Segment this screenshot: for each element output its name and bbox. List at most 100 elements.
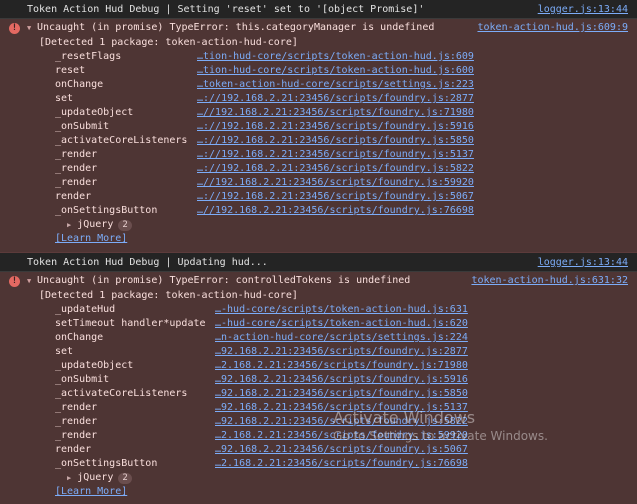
frame-location-link[interactable]: …-hud-core/scripts/token-action-hud.js:6… bbox=[215, 317, 468, 331]
learn-more-row: [Learn More] bbox=[9, 232, 628, 246]
log-source-link[interactable]: logger.js:13:44 bbox=[538, 257, 628, 268]
frame-function: onChange bbox=[55, 332, 104, 343]
frame-location-link[interactable]: …token-action-hud-core/scripts/settings.… bbox=[197, 78, 474, 92]
frame-location-link[interactable]: …://192.168.2.21:23456/scripts/foundry.j… bbox=[197, 190, 474, 204]
frame-location-link[interactable]: …n-action-hud-core/scripts/settings.js:2… bbox=[215, 331, 468, 345]
error-message: Uncaught (in promise) TypeError: this.ca… bbox=[37, 22, 435, 33]
frame-location-link[interactable]: …2.168.2.21:23456/scripts/foundry.js:719… bbox=[215, 359, 468, 373]
learn-more-row: [Learn More] bbox=[9, 485, 628, 499]
frame-location-link[interactable]: …2.168.2.21:23456/scripts/foundry.js:766… bbox=[215, 457, 468, 471]
stack-frame: _render …//192.168.2.21:23456/scripts/fou… bbox=[55, 176, 628, 190]
frame-location-link[interactable]: …://192.168.2.21:23456/scripts/foundry.j… bbox=[197, 148, 474, 162]
stack-frame: _onSubmit …://192.168.2.21:23456/scripts/… bbox=[55, 120, 628, 134]
stack-frame: _updateObject …//192.168.2.21:23456/scrip… bbox=[55, 106, 628, 120]
frame-location-link[interactable]: …//192.168.2.21:23456/scripts/foundry.js… bbox=[197, 204, 474, 218]
error-source-link[interactable]: token-action-hud.js:609:9 bbox=[477, 22, 628, 33]
frame-function: reset bbox=[55, 65, 86, 76]
frame-location-link[interactable]: …92.168.2.21:23456/scripts/foundry.js:58… bbox=[215, 387, 468, 401]
triangle-down-icon[interactable]: ▼ bbox=[27, 24, 37, 32]
jquery-label: jQuery bbox=[77, 219, 114, 230]
frame-function: _render bbox=[55, 416, 98, 427]
frame-function: _resetFlags bbox=[55, 51, 122, 62]
frame-function: _activateCoreListeners bbox=[55, 135, 188, 146]
stack-frame: reset …tion-hud-core/scripts/token-action… bbox=[55, 64, 628, 78]
triangle-down-icon[interactable]: ▼ bbox=[27, 277, 37, 285]
frame-location-link[interactable]: …92.168.2.21:23456/scripts/foundry.js:50… bbox=[215, 443, 468, 457]
stack-frame: _onSettingsButton …2.168.2.21:23456/scrip… bbox=[55, 457, 628, 471]
console-error-entry[interactable]: ! ▼ Uncaught (in promise) TypeError: thi… bbox=[0, 19, 637, 253]
frame-function: _onSettingsButton bbox=[55, 205, 158, 216]
watermark-subtitle: Go to Settings to activate Windows. bbox=[333, 429, 548, 443]
frame-location-link[interactable]: …//192.168.2.21:23456/scripts/foundry.js… bbox=[197, 176, 474, 190]
frame-location-link[interactable]: …tion-hud-core/scripts/token-action-hud.… bbox=[197, 64, 474, 78]
stack-frame: _updateObject …2.168.2.21:23456/scripts/f… bbox=[55, 359, 628, 373]
detected-package: [Detected 1 package: token-action-hud-co… bbox=[39, 290, 298, 301]
frame-function: _render bbox=[55, 177, 98, 188]
stack-frame: onChange …n-action-hud-core/scripts/setti… bbox=[55, 331, 628, 345]
frame-function: _onSettingsButton bbox=[55, 458, 158, 469]
frame-location-link[interactable]: …://192.168.2.21:23456/scripts/foundry.j… bbox=[197, 162, 474, 176]
detected-package: [Detected 1 package: token-action-hud-co… bbox=[39, 37, 298, 48]
frame-location-link[interactable]: …-hud-core/scripts/token-action-hud.js:6… bbox=[215, 303, 468, 317]
frame-location-link[interactable]: …://192.168.2.21:23456/scripts/foundry.j… bbox=[197, 120, 474, 134]
console-log-row[interactable]: Token Action Hud Debug | Updating hud...… bbox=[0, 253, 637, 272]
stack-frame: _onSettingsButton …//192.168.2.21:23456/s… bbox=[55, 204, 628, 218]
error-message: Uncaught (in promise) TypeError: control… bbox=[37, 275, 411, 286]
jquery-label: jQuery bbox=[77, 472, 114, 483]
log-source-link[interactable]: logger.js:13:44 bbox=[538, 4, 628, 15]
error-circle-icon: ! bbox=[9, 23, 20, 34]
frame-function: _updateObject bbox=[55, 107, 134, 118]
stack-frame: _updateHud …-hud-core/scripts/token-actio… bbox=[55, 303, 628, 317]
frame-function: _onSubmit bbox=[55, 121, 110, 132]
learn-more-link[interactable]: [Learn More] bbox=[55, 233, 127, 244]
log-message: Token Action Hud Debug | Setting 'reset'… bbox=[27, 3, 425, 15]
activation-watermark: Activate Windows Go to Settings to activ… bbox=[333, 408, 548, 443]
stack-frame: onChange …token-action-hud-core/scripts/s… bbox=[55, 78, 628, 92]
frame-function: setTimeout handler*update bbox=[55, 318, 206, 329]
frame-location-link[interactable]: …92.168.2.21:23456/scripts/foundry.js:28… bbox=[215, 345, 468, 359]
stack-frame: _render …://192.168.2.21:23456/scripts/fo… bbox=[55, 162, 628, 176]
frame-function: set bbox=[55, 93, 74, 104]
jquery-frames-group[interactable]: ▶ jQuery 2 bbox=[9, 471, 628, 485]
error-source-link[interactable]: token-action-hud.js:631:32 bbox=[471, 275, 628, 286]
learn-more-link[interactable]: [Learn More] bbox=[55, 486, 127, 497]
log-message: Token Action Hud Debug | Updating hud... bbox=[27, 256, 268, 268]
jquery-frames-group[interactable]: ▶ jQuery 2 bbox=[9, 218, 628, 232]
frame-function: render bbox=[55, 444, 92, 455]
stack-frame: render …92.168.2.21:23456/scripts/foundry… bbox=[55, 443, 628, 457]
frame-function: _render bbox=[55, 402, 98, 413]
frame-function: onChange bbox=[55, 79, 104, 90]
frame-function: render bbox=[55, 191, 92, 202]
frame-function: _updateHud bbox=[55, 304, 116, 315]
frame-function: _render bbox=[55, 430, 98, 441]
frame-function: _activateCoreListeners bbox=[55, 388, 188, 399]
stack-frame: _activateCoreListeners …92.168.2.21:23456… bbox=[55, 387, 628, 401]
frame-function: _updateObject bbox=[55, 360, 134, 371]
devtools-console: Token Action Hud Debug | Setting 'reset'… bbox=[0, 0, 637, 504]
frame-function: _render bbox=[55, 163, 98, 174]
frame-location-link[interactable]: …//192.168.2.21:23456/scripts/foundry.js… bbox=[197, 106, 474, 120]
frame-function: set bbox=[55, 346, 74, 357]
frame-location-link[interactable]: …://192.168.2.21:23456/scripts/foundry.j… bbox=[197, 134, 474, 148]
frame-location-link[interactable]: …tion-hud-core/scripts/token-action-hud.… bbox=[197, 50, 474, 64]
watermark-title: Activate Windows bbox=[333, 408, 476, 427]
stack-frame: _render …://192.168.2.21:23456/scripts/fo… bbox=[55, 148, 628, 162]
stack-frame: _resetFlags …tion-hud-core/scripts/token-… bbox=[55, 50, 628, 64]
frame-location-link[interactable]: …://192.168.2.21:23456/scripts/foundry.j… bbox=[197, 92, 474, 106]
triangle-right-icon[interactable]: ▶ bbox=[67, 218, 71, 232]
console-log-row[interactable]: Token Action Hud Debug | Setting 'reset'… bbox=[0, 0, 637, 19]
stack-frame: set …://192.168.2.21:23456/scripts/foundr… bbox=[55, 92, 628, 106]
stack-frame: setTimeout handler*update …-hud-core/scri… bbox=[55, 317, 628, 331]
stack-frame: _onSubmit …92.168.2.21:23456/scripts/foun… bbox=[55, 373, 628, 387]
stack-trace: _resetFlags …tion-hud-core/scripts/token-… bbox=[9, 50, 628, 218]
stack-frame: render …://192.168.2.21:23456/scripts/fou… bbox=[55, 190, 628, 204]
jquery-count-badge: 2 bbox=[118, 472, 132, 484]
console-error-entry[interactable]: ! ▼ Uncaught (in promise) TypeError: con… bbox=[0, 272, 637, 504]
frame-function: _onSubmit bbox=[55, 374, 110, 385]
frame-location-link[interactable]: …92.168.2.21:23456/scripts/foundry.js:59… bbox=[215, 373, 468, 387]
stack-frame: set …92.168.2.21:23456/scripts/foundry.js… bbox=[55, 345, 628, 359]
stack-frame: _activateCoreListeners …://192.168.2.21:2… bbox=[55, 134, 628, 148]
error-circle-icon: ! bbox=[9, 276, 20, 287]
frame-function: _render bbox=[55, 149, 98, 160]
triangle-right-icon[interactable]: ▶ bbox=[67, 471, 71, 485]
